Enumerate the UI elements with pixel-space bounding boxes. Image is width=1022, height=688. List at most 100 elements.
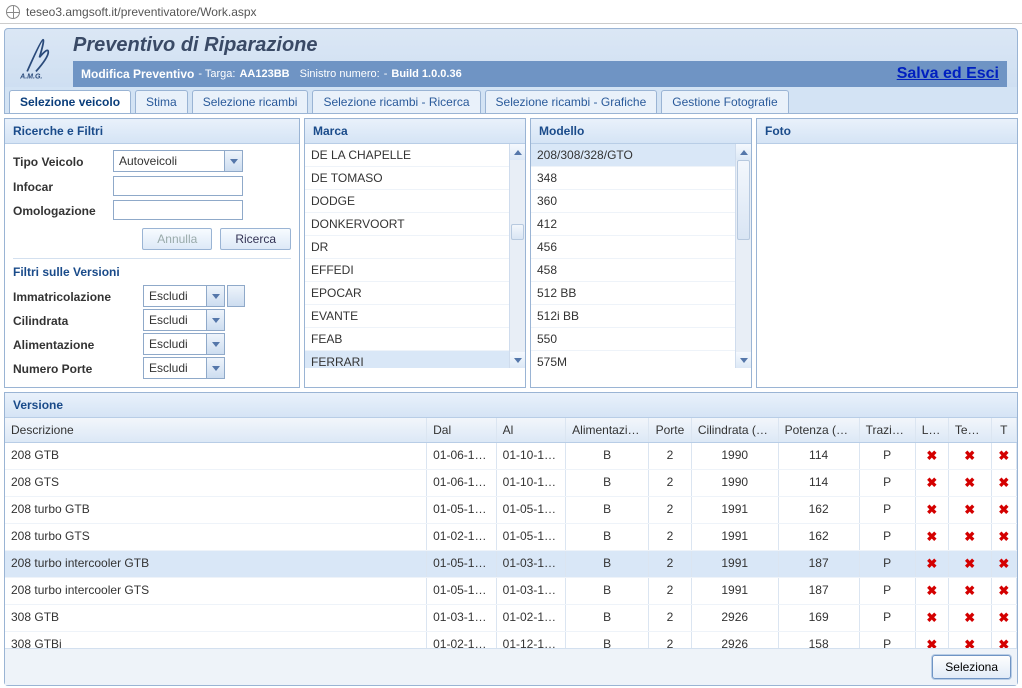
omologazione-input[interactable]	[113, 200, 243, 220]
table-row[interactable]: 308 GTBi01-02-198101-12-1982B22926158P✖✖…	[5, 632, 1017, 648]
ricerca-button[interactable]: Ricerca	[220, 228, 291, 250]
marca-listbox: DE LA CHAPELLEDE TOMASODODGEDONKERVOORTD…	[305, 144, 525, 368]
alimentazione-label: Alimentazione	[13, 336, 143, 352]
list-item[interactable]: DR	[305, 236, 509, 259]
col-trazione[interactable]: Trazione	[860, 418, 916, 442]
versione-columns: Descrizione Dal Al Alimentazione Porte C…	[5, 418, 1017, 443]
scroll-thumb[interactable]	[511, 224, 524, 240]
list-item[interactable]: 458	[531, 259, 735, 282]
list-item[interactable]: 456	[531, 236, 735, 259]
marca-header: Marca	[305, 119, 525, 144]
panel-versione: Versione Descrizione Dal Al Alimentazion…	[4, 392, 1018, 686]
list-item[interactable]: 348	[531, 167, 735, 190]
panel-modello: Modello 208/308/328/GTO34836041245645851…	[530, 118, 752, 388]
list-item[interactable]: 208/308/328/GTO	[531, 144, 735, 167]
numero-porte-label: Numero Porte	[13, 360, 143, 376]
immatricolazione-label: Immatricolazione	[13, 288, 143, 304]
list-item[interactable]: FERRARI	[305, 351, 509, 368]
table-row[interactable]: 208 turbo GTS01-02-198301-05-1986B219911…	[5, 524, 1017, 551]
list-item[interactable]: DODGE	[305, 190, 509, 213]
date-picker-icon[interactable]	[227, 285, 245, 307]
chevron-down-icon[interactable]	[206, 358, 224, 378]
save-exit-link[interactable]: Salva ed Esci	[897, 65, 999, 83]
tab-bar: Selezione veicoloStimaSelezione ricambiS…	[5, 87, 1017, 113]
tab-gestione-fotografie[interactable]: Gestione Fotografie	[661, 90, 788, 113]
alimentazione-select[interactable]: Escludi	[143, 333, 225, 355]
list-item[interactable]: EFFEDI	[305, 259, 509, 282]
scroll-up-icon[interactable]	[736, 144, 751, 160]
col-listino[interactable]: Lis...	[916, 418, 949, 442]
list-item[interactable]: 550	[531, 328, 735, 351]
versione-body: 208 GTB01-06-198001-10-1982B21990114P✖✖✖…	[5, 443, 1017, 648]
col-descrizione[interactable]: Descrizione	[5, 418, 427, 442]
tipo-veicolo-select[interactable]: Autoveicoli	[113, 150, 243, 172]
scroll-down-icon[interactable]	[510, 352, 525, 368]
list-item[interactable]: EVANTE	[305, 305, 509, 328]
table-row[interactable]: 208 GTB01-06-198001-10-1982B21990114P✖✖✖	[5, 443, 1017, 470]
tipo-veicolo-label: Tipo Veicolo	[13, 153, 113, 169]
numero-porte-select[interactable]: Escludi	[143, 357, 225, 379]
infocar-label: Infocar	[13, 178, 113, 194]
col-potenza[interactable]: Potenza (Kw)	[779, 418, 860, 442]
col-t[interactable]: T	[992, 418, 1017, 442]
table-row[interactable]: 208 turbo GTB01-05-198201-05-1986B219911…	[5, 497, 1017, 524]
chevron-down-icon[interactable]	[206, 310, 224, 330]
table-row[interactable]: 208 GTS01-06-198001-10-1982B21990114P✖✖✖	[5, 470, 1017, 497]
chevron-down-icon[interactable]	[224, 151, 242, 171]
app-header: A.M.G. Preventivo di Riparazione Modific…	[4, 28, 1018, 114]
table-row[interactable]: 208 turbo intercooler GTB01-05-198601-03…	[5, 551, 1017, 578]
tab-selezione-ricambi[interactable]: Selezione ricambi	[192, 90, 309, 113]
scroll-down-icon[interactable]	[736, 352, 751, 368]
table-row[interactable]: 208 turbo intercooler GTS01-05-198601-03…	[5, 578, 1017, 605]
tab-selezione-veicolo[interactable]: Selezione veicolo	[9, 90, 131, 113]
list-item[interactable]: DE TOMASO	[305, 167, 509, 190]
list-item[interactable]: DONKERVOORT	[305, 213, 509, 236]
cilindrata-label: Cilindrata	[13, 312, 143, 328]
col-dal[interactable]: Dal	[427, 418, 497, 442]
tab-selezione-ricambi-ricerca[interactable]: Selezione ricambi - Ricerca	[312, 90, 480, 113]
filters-header: Ricerche e Filtri	[5, 119, 299, 144]
col-cilindrata[interactable]: Cilindrata (cc)	[692, 418, 779, 442]
col-al[interactable]: Al	[497, 418, 567, 442]
sinistro-value: -	[384, 68, 388, 80]
table-row[interactable]: 308 GTB01-03-197901-02-1981B22926169P✖✖✖	[5, 605, 1017, 632]
modello-header: Modello	[531, 119, 751, 144]
targa-label: - Targa:	[198, 68, 235, 80]
panel-filters: Ricerche e Filtri Tipo Veicolo Autoveico…	[4, 118, 300, 388]
list-item[interactable]: 575M	[531, 351, 735, 368]
panel-marca: Marca DE LA CHAPELLEDE TOMASODODGEDONKER…	[304, 118, 526, 388]
infocar-input[interactable]	[113, 176, 243, 196]
chevron-down-icon[interactable]	[206, 334, 224, 354]
list-item[interactable]: 412	[531, 213, 735, 236]
col-alimentazione[interactable]: Alimentazione	[566, 418, 649, 442]
list-item[interactable]: 360	[531, 190, 735, 213]
scroll-up-icon[interactable]	[510, 144, 525, 160]
immatricolazione-select[interactable]: Escludi	[143, 285, 225, 307]
col-porte[interactable]: Porte	[649, 418, 692, 442]
panels-row: Ricerche e Filtri Tipo Veicolo Autoveico…	[4, 118, 1018, 388]
tab-stima[interactable]: Stima	[135, 90, 188, 113]
scrollbar[interactable]	[509, 144, 525, 368]
tipo-veicolo-value: Autoveicoli	[114, 151, 224, 171]
filtri-versioni-header: Filtri sulle Versioni	[13, 258, 291, 285]
list-item[interactable]: FEAB	[305, 328, 509, 351]
list-item[interactable]: DE LA CHAPELLE	[305, 144, 509, 167]
col-tempi[interactable]: Tempi	[949, 418, 992, 442]
annulla-button[interactable]: Annulla	[142, 228, 212, 250]
list-item[interactable]: 512 BB	[531, 282, 735, 305]
globe-icon	[6, 5, 20, 19]
sinistro-label: Sinistro numero:	[300, 68, 380, 80]
scrollbar[interactable]	[735, 144, 751, 368]
list-item[interactable]: 512i BB	[531, 305, 735, 328]
chevron-down-icon[interactable]	[206, 286, 224, 306]
foto-header: Foto	[757, 119, 1017, 144]
tab-selezione-ricambi-grafiche[interactable]: Selezione ricambi - Grafiche	[485, 90, 658, 113]
subtitle-bar: Modifica Preventivo - Targa: AA123BB Sin…	[73, 61, 1007, 87]
cilindrata-select[interactable]: Escludi	[143, 309, 225, 331]
scroll-thumb[interactable]	[737, 160, 750, 240]
svg-text:A.M.G.: A.M.G.	[19, 73, 42, 80]
page-title: Preventivo di Riparazione	[73, 32, 1007, 61]
list-item[interactable]: EPOCAR	[305, 282, 509, 305]
seleziona-button[interactable]: Seleziona	[932, 655, 1011, 679]
modello-listbox: 208/308/328/GTO348360412456458512 BB512i…	[531, 144, 751, 368]
